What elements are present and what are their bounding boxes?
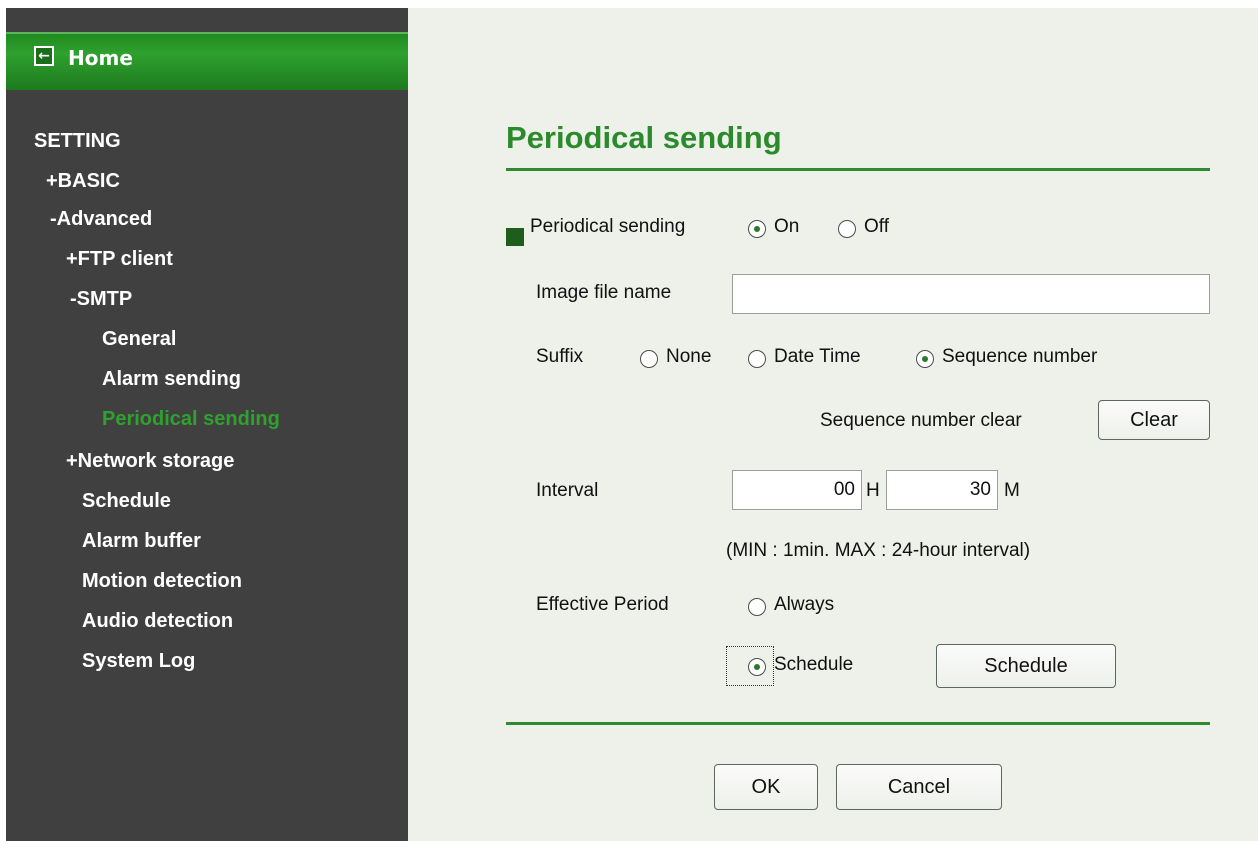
schedule-label: Schedule bbox=[774, 654, 854, 675]
suffix-none-label: None bbox=[666, 346, 712, 367]
suffix-date-time-label: Date Time bbox=[774, 346, 861, 367]
periodical-off-label: Off bbox=[864, 216, 889, 237]
interval-hours-unit: H bbox=[866, 480, 880, 501]
sidebar-item-smtp[interactable]: -SMTP bbox=[70, 288, 132, 311]
periodical-on-radio[interactable] bbox=[748, 220, 766, 238]
sidebar-item-periodical-sending[interactable]: Periodical sending bbox=[102, 408, 280, 431]
sidebar-item-alarm-buffer[interactable]: Alarm buffer bbox=[82, 530, 201, 553]
suffix-sequence-radio[interactable] bbox=[916, 350, 934, 368]
always-radio[interactable] bbox=[748, 598, 766, 616]
section-bullet-icon bbox=[506, 228, 524, 246]
sidebar: ← Home SETTING +BASIC -Advanced +FTP cli… bbox=[6, 8, 408, 841]
back-arrow-icon: ← bbox=[34, 46, 54, 66]
clear-button[interactable]: Clear bbox=[1098, 400, 1210, 440]
ok-button[interactable]: OK bbox=[714, 764, 818, 810]
sidebar-item-motion-detection[interactable]: Motion detection bbox=[82, 570, 242, 593]
home-link[interactable]: ← Home bbox=[6, 32, 408, 90]
periodical-off-radio[interactable] bbox=[838, 220, 856, 238]
periodical-sending-label: Periodical sending bbox=[530, 216, 686, 237]
interval-note: (MIN : 1min. MAX : 24-hour interval) bbox=[726, 540, 1031, 561]
interval-hours-input[interactable]: 00 bbox=[732, 470, 862, 510]
always-label: Always bbox=[774, 594, 835, 615]
interval-label: Interval bbox=[536, 480, 599, 501]
sidebar-item-alarm-sending[interactable]: Alarm sending bbox=[102, 368, 241, 391]
sidebar-item-basic[interactable]: +BASIC bbox=[46, 170, 120, 193]
cancel-button[interactable]: Cancel bbox=[836, 764, 1002, 810]
sidebar-item-audio-detection[interactable]: Audio detection bbox=[82, 610, 233, 633]
home-label: Home bbox=[68, 46, 133, 70]
sidebar-item-ftp-client[interactable]: +FTP client bbox=[66, 248, 173, 271]
bottom-divider bbox=[506, 722, 1210, 725]
periodical-on-label: On bbox=[774, 216, 800, 237]
interval-minutes-unit: M bbox=[1004, 480, 1020, 501]
title-divider bbox=[506, 168, 1210, 171]
sidebar-item-general[interactable]: General bbox=[102, 328, 176, 351]
sequence-clear-label: Sequence number clear bbox=[820, 410, 1022, 431]
sidebar-item-schedule[interactable]: Schedule bbox=[82, 490, 171, 513]
content-panel: Periodical sending Periodical sending On… bbox=[408, 8, 1258, 841]
sidebar-item-network-storage[interactable]: +Network storage bbox=[66, 450, 234, 473]
suffix-sequence-label: Sequence number bbox=[942, 346, 1098, 367]
schedule-button[interactable]: Schedule bbox=[936, 644, 1116, 688]
sidebar-item-advanced[interactable]: -Advanced bbox=[50, 208, 152, 231]
page-title: Periodical sending bbox=[506, 120, 782, 155]
suffix-label: Suffix bbox=[536, 346, 584, 367]
interval-minutes-input[interactable]: 30 bbox=[886, 470, 998, 510]
suffix-none-radio[interactable] bbox=[640, 350, 658, 368]
effective-period-label: Effective Period bbox=[536, 594, 669, 615]
image-file-name-input[interactable] bbox=[732, 274, 1210, 314]
suffix-date-time-radio[interactable] bbox=[748, 350, 766, 368]
image-file-name-label: Image file name bbox=[536, 282, 672, 303]
sidebar-heading-setting: SETTING bbox=[34, 130, 121, 152]
sidebar-item-system-log[interactable]: System Log bbox=[82, 650, 195, 673]
schedule-radio[interactable] bbox=[748, 658, 766, 676]
